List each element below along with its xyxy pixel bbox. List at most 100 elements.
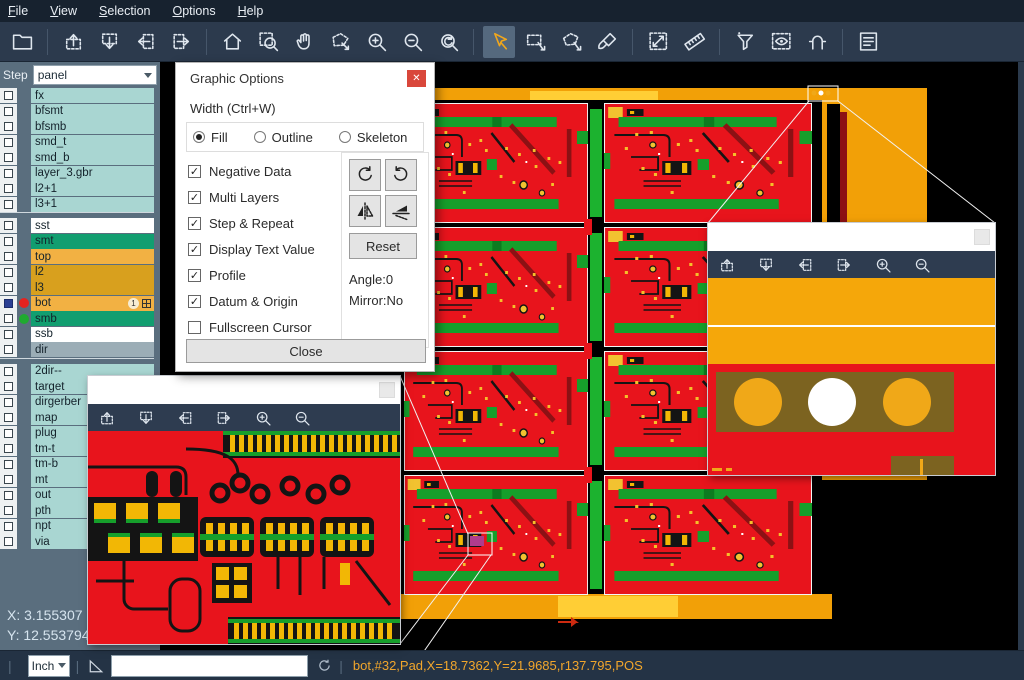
layer-visibility-checkbox[interactable] [4, 314, 13, 323]
layer-visibility-checkbox[interactable] [4, 398, 13, 407]
mag-pan-up-button[interactable] [96, 407, 118, 429]
layer-row-smt[interactable]: smt [0, 234, 160, 249]
layer-visibility-checkbox[interactable] [4, 522, 13, 531]
checkbox-box[interactable]: ✓ [188, 295, 201, 308]
layer-visibility-checkbox[interactable] [4, 153, 13, 162]
layer-visibility-checkbox[interactable] [4, 268, 13, 277]
layer-visibility-checkbox[interactable] [4, 91, 13, 100]
mag-pan-up-button[interactable] [716, 254, 738, 276]
step-combobox[interactable]: panel [33, 65, 157, 85]
zoom-previous-button[interactable] [432, 26, 464, 58]
magnifier-window-left[interactable] [88, 376, 400, 644]
layer-visibility-checkbox[interactable] [4, 169, 13, 178]
layer-row-top[interactable]: top [0, 249, 160, 264]
layer-visibility-checkbox[interactable] [4, 537, 13, 546]
layer-row-l3[interactable]: l3 [0, 280, 160, 295]
checkbox-fullscreen-cursor[interactable]: Fullscreen Cursor [188, 314, 315, 340]
layer-name-cell[interactable]: dir [31, 342, 154, 357]
loop-tool-button[interactable] [801, 26, 833, 58]
magnifier-titlebar[interactable] [708, 223, 995, 251]
radio-outline[interactable]: Outline [254, 130, 313, 145]
brush-tool-button[interactable] [591, 26, 623, 58]
layer-visibility-checkbox[interactable] [4, 475, 13, 484]
menu-item-view[interactable]: View [50, 4, 77, 18]
layer-visibility-checkbox[interactable] [4, 345, 13, 354]
checkbox-box[interactable]: ✓ [188, 243, 201, 256]
close-icon[interactable]: ✕ [407, 70, 426, 87]
layer-name-cell[interactable]: bfsmt [31, 104, 154, 119]
mag-zoom-in-button[interactable] [252, 407, 274, 429]
checkbox-display-text-value[interactable]: ✓Display Text Value [188, 236, 315, 262]
layer-name-cell[interactable]: bfsmb [31, 119, 154, 134]
mag-pan-right-button[interactable] [833, 254, 855, 276]
unit-combobox[interactable]: Inch [28, 655, 70, 677]
rect-select-button[interactable] [519, 26, 551, 58]
mag-pan-down-button[interactable] [135, 407, 157, 429]
checkbox-multi-layers[interactable]: ✓Multi Layers [188, 184, 315, 210]
layer-name-cell[interactable]: fx [31, 88, 154, 103]
layer-row-l2[interactable]: l2 [0, 265, 160, 280]
layer-name-cell[interactable]: ssb [31, 327, 154, 342]
layer-row-fx[interactable]: fx [0, 88, 160, 103]
mag-pan-left-button[interactable] [174, 407, 196, 429]
zoom-region-button[interactable] [252, 26, 284, 58]
layer-name-cell[interactable]: l3 [31, 280, 154, 295]
close-button[interactable]: Close [186, 339, 426, 363]
popup-detach-button[interactable] [974, 229, 990, 245]
layer-visibility-checkbox[interactable] [4, 429, 13, 438]
layer-visibility-checkbox[interactable] [4, 283, 13, 292]
layer-visibility-checkbox[interactable] [4, 184, 13, 193]
layer-name-cell[interactable]: l2 [31, 265, 154, 280]
move-view-button[interactable] [324, 26, 356, 58]
checkbox-negative-data[interactable]: ✓Negative Data [188, 158, 315, 184]
ruler-tool-button[interactable] [678, 26, 710, 58]
dialog-titlebar[interactable]: Graphic Options ✕ [176, 63, 434, 93]
popup-detach-button[interactable] [379, 382, 395, 398]
pan-view-down-button[interactable] [93, 26, 125, 58]
layer-row-sst[interactable]: sst [0, 218, 160, 233]
checkbox-step-repeat[interactable]: ✓Step & Repeat [188, 210, 315, 236]
magnifier-view[interactable] [88, 431, 400, 644]
angle-measure-icon[interactable] [87, 657, 105, 675]
menu-item-options[interactable]: Options [172, 4, 215, 18]
layer-name-cell[interactable]: l2+1 [31, 181, 154, 196]
layer-row-dir[interactable]: dir [0, 342, 160, 357]
checkbox-box[interactable]: ✓ [188, 269, 201, 282]
layer-grid-button[interactable] [142, 299, 151, 308]
select-tool-button[interactable] [483, 26, 515, 58]
layer-name-cell[interactable]: sst [31, 218, 154, 233]
layer-row-smb[interactable]: smb [0, 311, 160, 326]
rotate-cw-button[interactable] [349, 159, 381, 191]
layer-name-cell[interactable]: smd_t [31, 135, 154, 150]
layer-name-cell[interactable]: smd_b [31, 150, 154, 165]
mirror-horizontal-button[interactable] [349, 195, 381, 227]
layer-visibility-checkbox[interactable] [4, 444, 13, 453]
layer-visibility-checkbox[interactable] [4, 491, 13, 500]
layer-name-cell[interactable]: smt [31, 234, 154, 249]
layer-row-bfsmt[interactable]: bfsmt [0, 104, 160, 119]
mirror-vertical-button[interactable] [385, 195, 417, 227]
layer-visibility-checkbox[interactable] [4, 413, 13, 422]
measure-diagonal-button[interactable] [642, 26, 674, 58]
mag-zoom-in-button[interactable] [872, 254, 894, 276]
menu-item-selection[interactable]: Selection [99, 4, 150, 18]
layer-row-l2+1[interactable]: l2+1 [0, 181, 160, 196]
layer-row-bot[interactable]: bot1 [0, 296, 160, 311]
checkbox-box[interactable]: ✓ [188, 191, 201, 204]
pan-hand-button[interactable] [288, 26, 320, 58]
layer-name-cell[interactable]: layer_3.gbr [31, 166, 154, 181]
layer-row-ssb[interactable]: ssb [0, 327, 160, 342]
layer-visibility-checkbox[interactable] [4, 330, 13, 339]
layer-visibility-checkbox[interactable] [4, 138, 13, 147]
zoom-in-button[interactable] [360, 26, 392, 58]
layer-visibility-checkbox[interactable] [4, 506, 13, 515]
refresh-icon[interactable] [316, 657, 333, 674]
layer-row-smd_t[interactable]: smd_t [0, 135, 160, 150]
checkbox-datum-origin[interactable]: ✓Datum & Origin [188, 288, 315, 314]
reset-button[interactable]: Reset [349, 233, 417, 259]
layer-visibility-checkbox[interactable] [4, 252, 13, 261]
layer-visibility-checkbox[interactable] [4, 382, 13, 391]
layer-visibility-checkbox[interactable] [4, 107, 13, 116]
layer-visibility-checkbox[interactable] [4, 299, 13, 308]
open-file-button[interactable] [6, 26, 38, 58]
